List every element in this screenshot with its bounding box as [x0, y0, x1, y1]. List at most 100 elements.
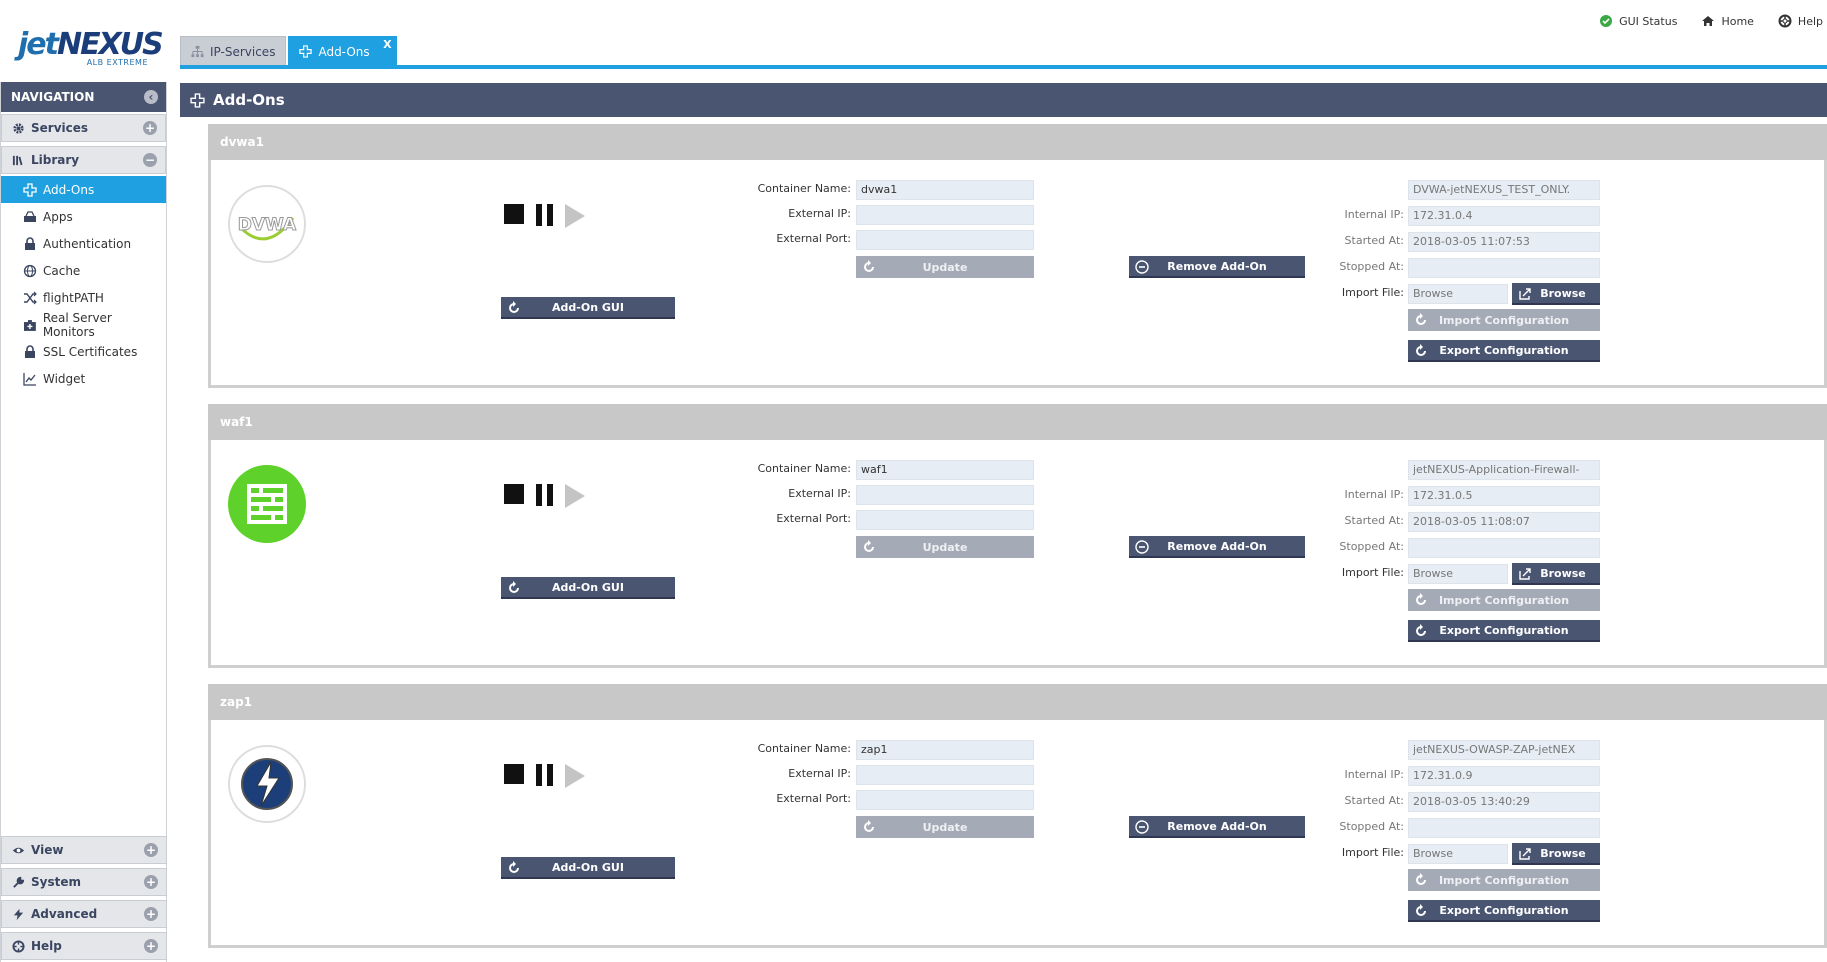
stop-icon[interactable]	[504, 204, 524, 224]
update-button[interactable]: Update	[856, 816, 1034, 838]
home-link[interactable]: Home	[1701, 14, 1754, 28]
nav-collapse-icon[interactable]: ‹	[144, 90, 158, 104]
nav-section-label: Services	[31, 121, 89, 135]
play-icon[interactable]	[565, 204, 585, 228]
expand-icon[interactable]: +	[144, 939, 158, 953]
zap-logo-icon	[228, 745, 306, 823]
export-configuration-button[interactable]: Export Configuration	[1408, 620, 1600, 642]
external-port-field[interactable]	[856, 510, 1034, 530]
eye-icon	[12, 847, 25, 853]
import-configuration-button[interactable]: Import Configuration	[1408, 309, 1600, 331]
remove-addon-button[interactable]: Remove Add-On	[1129, 256, 1305, 278]
container-name-field[interactable]: zap1	[856, 740, 1034, 760]
external-ip-field[interactable]	[856, 485, 1034, 505]
export-configuration-label: Export Configuration	[1439, 343, 1569, 357]
import-configuration-button[interactable]: Import Configuration	[1408, 869, 1600, 891]
refresh-icon	[1416, 593, 1426, 605]
import-file-field[interactable]: Browse	[1408, 284, 1508, 304]
browse-button[interactable]: Browse	[1512, 563, 1600, 585]
sidebar-item-flightpath[interactable]: flightPATH	[1, 284, 166, 311]
stopped-at-label: Stopped At:	[1339, 540, 1404, 553]
sidebar-item-widget[interactable]: Widget	[1, 365, 166, 392]
started-at-field: 2018-03-05 13:40:29	[1408, 792, 1600, 812]
collapse-icon[interactable]: −	[143, 153, 157, 167]
external-port-field[interactable]	[856, 230, 1034, 250]
nav-section-view[interactable]: View +	[1, 836, 167, 864]
import-file-field[interactable]: Browse	[1408, 844, 1508, 864]
remove-addon-button[interactable]: Remove Add-On	[1129, 816, 1305, 838]
browse-label: Browse	[1540, 286, 1586, 300]
apps-icon	[24, 210, 36, 222]
sidebar-item-apps[interactable]: Apps	[1, 203, 166, 230]
navigation-header: NAVIGATION ‹	[1, 82, 166, 112]
library-icon	[12, 155, 23, 165]
refresh-icon	[509, 581, 519, 593]
export-configuration-button[interactable]: Export Configuration	[1408, 340, 1600, 362]
update-button[interactable]: Update	[856, 536, 1034, 558]
addon-gui-button[interactable]: Add-On GUI	[501, 857, 675, 879]
expand-icon[interactable]: +	[144, 843, 158, 857]
external-ip-field[interactable]	[856, 765, 1034, 785]
nav-section-system[interactable]: System +	[1, 868, 167, 896]
sidebar-item-real-server-monitors[interactable]: Real Server Monitors	[1, 311, 166, 339]
sidebar-item-ssl-certificates[interactable]: SSL Certificates	[1, 338, 166, 365]
parent-image-field: jetNEXUS-Application-Firewall-	[1408, 460, 1600, 480]
dvwa-logo-icon: DVWA	[228, 185, 306, 263]
app-root: GUI Status Home Help jetNEXUS ALB EXTREM…	[0, 0, 1827, 962]
stopped-at-field	[1408, 538, 1600, 558]
container-name-field[interactable]: dvwa1	[856, 180, 1034, 200]
gui-status-label: GUI Status	[1619, 14, 1678, 28]
sidebar-item-label: Apps	[43, 209, 73, 224]
help-link[interactable]: Help	[1778, 14, 1823, 28]
play-icon[interactable]	[565, 484, 585, 508]
addon-gui-button[interactable]: Add-On GUI	[501, 577, 675, 599]
internal-ip-field: 172.31.0.5	[1408, 486, 1600, 506]
import-file-field[interactable]: Browse	[1408, 564, 1508, 584]
browse-button[interactable]: Browse	[1512, 283, 1600, 305]
container-name-field[interactable]: waf1	[856, 460, 1034, 480]
stop-icon[interactable]	[504, 764, 524, 784]
play-icon[interactable]	[565, 764, 585, 788]
update-button[interactable]: Update	[856, 256, 1034, 278]
tab-ip-services[interactable]: IP-Services	[180, 36, 287, 66]
addon-gui-button[interactable]: Add-On GUI	[501, 297, 675, 319]
external-ip-field[interactable]	[856, 205, 1034, 225]
external-port-field[interactable]	[856, 790, 1034, 810]
home-icon	[1702, 16, 1715, 26]
stopped-at-field	[1408, 818, 1600, 838]
external-port-label: External Port:	[776, 792, 851, 805]
expand-icon[interactable]: +	[144, 907, 158, 921]
import-file-label: Import File:	[1341, 286, 1404, 299]
sidebar-item-add-ons[interactable]: Add-Ons	[1, 176, 166, 203]
gear-icon	[13, 122, 24, 134]
remove-addon-button[interactable]: Remove Add-On	[1129, 536, 1305, 558]
tab-bar: IP-Services Add-Ons X	[180, 36, 397, 66]
import-file-label: Import File:	[1341, 566, 1404, 579]
export-configuration-button[interactable]: Export Configuration	[1408, 900, 1600, 922]
chart-icon	[23, 372, 36, 386]
sidebar-item-label: Widget	[43, 371, 86, 386]
remove-addon-label: Remove Add-On	[1167, 539, 1267, 553]
logo-text-jet: jet	[18, 27, 59, 62]
expand-icon[interactable]: +	[143, 121, 157, 135]
home-label: Home	[1721, 14, 1754, 28]
pause-icon[interactable]	[536, 484, 556, 506]
sidebar-item-cache[interactable]: Cache	[1, 257, 166, 284]
expand-icon[interactable]: +	[144, 875, 158, 889]
nav-section-library[interactable]: Library −	[1, 146, 166, 174]
import-configuration-button[interactable]: Import Configuration	[1408, 589, 1600, 611]
started-at-label: Started At:	[1344, 234, 1404, 247]
nav-section-services[interactable]: Services +	[1, 114, 166, 142]
nav-section-help[interactable]: Help +	[1, 932, 167, 960]
close-icon[interactable]: X	[383, 38, 391, 51]
stop-icon[interactable]	[504, 484, 524, 504]
tab-add-ons[interactable]: Add-Ons X	[288, 36, 397, 66]
share-icon	[1519, 848, 1531, 860]
nav-section-advanced[interactable]: Advanced +	[1, 900, 167, 928]
gui-status-link[interactable]: GUI Status	[1599, 14, 1677, 28]
firewall-icon-container	[227, 464, 307, 544]
pause-icon[interactable]	[536, 204, 556, 226]
pause-icon[interactable]	[536, 764, 556, 786]
sidebar-item-authentication[interactable]: Authentication	[1, 230, 166, 257]
browse-button[interactable]: Browse	[1512, 843, 1600, 865]
